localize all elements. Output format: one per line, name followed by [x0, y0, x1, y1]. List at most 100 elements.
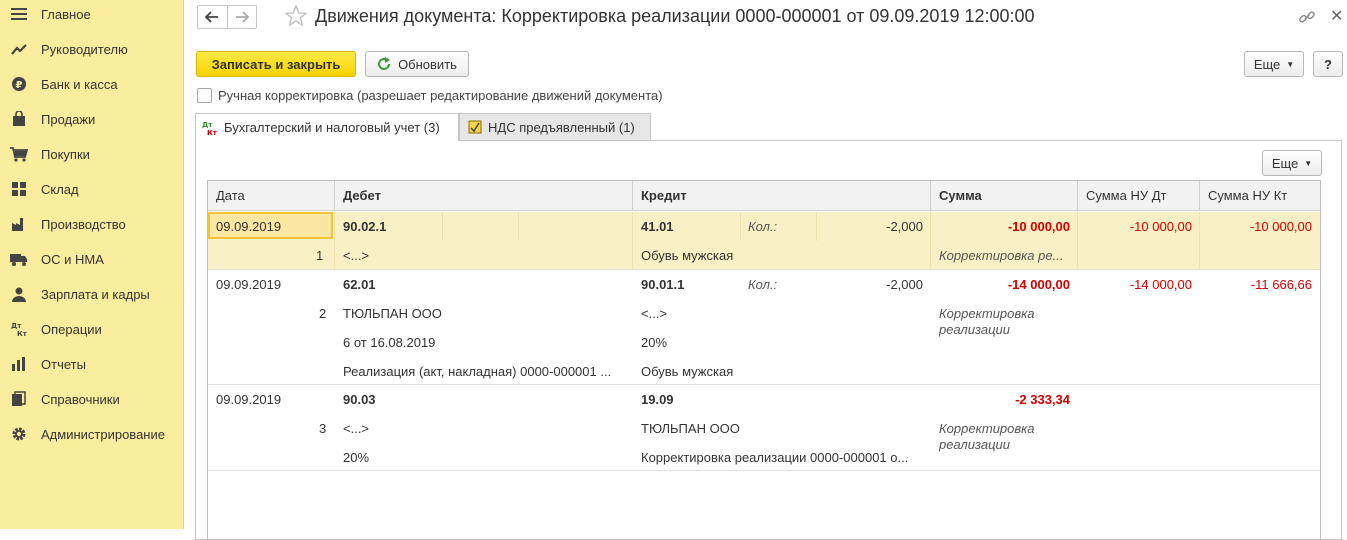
- gear-icon: [10, 425, 28, 443]
- grid-more-button[interactable]: Еще ▼: [1262, 150, 1322, 176]
- refresh-label: Обновить: [398, 56, 457, 72]
- save-and-close-button[interactable]: Записать и закрыть: [196, 51, 356, 77]
- sidebar-item-admin[interactable]: Администрирование: [0, 421, 184, 447]
- credit-subconto[interactable]: Обувь мужская: [641, 248, 733, 263]
- debit-subconto[interactable]: Реализация (акт, накладная) 0000-000001 …: [343, 364, 628, 379]
- credit-account[interactable]: 90.01.1: [641, 277, 684, 292]
- quantity-value[interactable]: -2,000: [823, 219, 923, 234]
- more-label: Еще: [1271, 155, 1299, 171]
- sidebar-item-purchases[interactable]: Покупки: [0, 141, 184, 167]
- sidebar-item-label: ОС и НМА: [41, 251, 104, 267]
- bag-icon: [10, 110, 28, 128]
- sidebar-item-sales[interactable]: Продажи: [0, 106, 184, 132]
- table-row[interactable]: 09.09.2019 1 90.02.1 <...> 41.01 Кол.: -…: [208, 212, 1320, 270]
- arrow-left-icon: [205, 11, 219, 23]
- svg-text:Кт: Кт: [207, 129, 218, 136]
- debit-account[interactable]: 90.03: [343, 392, 376, 407]
- sidebar-item-warehouse[interactable]: Склад: [0, 176, 184, 202]
- table-row[interactable]: 09.09.2019 3 90.03 <...> 20% 19.09 ТЮЛЬП…: [208, 385, 1320, 471]
- refresh-button[interactable]: Обновить: [365, 51, 469, 77]
- amount-value[interactable]: -2 333,34: [938, 392, 1070, 407]
- svg-text:Кт: Кт: [17, 330, 27, 337]
- debit-subconto[interactable]: <...>: [343, 248, 369, 263]
- date-cell[interactable]: 09.09.2019: [216, 219, 281, 234]
- tab-accounting[interactable]: Дт Кт Бухгалтерский и налоговый учет (3): [195, 113, 459, 141]
- debit-subconto[interactable]: 6 от 16.08.2019: [343, 335, 435, 350]
- date-cell[interactable]: 09.09.2019: [216, 277, 281, 292]
- bar-chart-icon: [10, 355, 28, 373]
- sidebar-item-production[interactable]: Производство: [0, 211, 184, 237]
- history-nav: [197, 5, 257, 29]
- amount-value[interactable]: -10 000,00: [938, 219, 1070, 234]
- credit-subconto[interactable]: Корректировка реализации 0000-000001 о..…: [641, 450, 926, 465]
- forward-button[interactable]: [226, 6, 256, 28]
- credit-subconto[interactable]: <...>: [641, 306, 667, 321]
- debit-account[interactable]: 62.01: [343, 277, 376, 292]
- more-button[interactable]: Еще ▼: [1244, 51, 1304, 77]
- sidebar-item-fixed-assets[interactable]: ОС и НМА: [0, 246, 184, 272]
- menu-icon: [10, 5, 28, 23]
- books-icon: [10, 390, 28, 408]
- credit-account[interactable]: 19.09: [641, 392, 674, 407]
- sidebar-item-label: Главное: [41, 6, 91, 22]
- manual-edit-label: Ручная корректировка (разрешает редактир…: [218, 88, 663, 103]
- row-number: 3: [319, 421, 327, 436]
- debit-subconto[interactable]: ТЮЛЬПАН ООО: [343, 306, 442, 321]
- person-icon: [10, 285, 28, 303]
- help-button[interactable]: ?: [1313, 51, 1343, 77]
- nu-dt-value[interactable]: -10 000,00: [1084, 219, 1192, 234]
- link-icon[interactable]: [1298, 8, 1316, 26]
- debit-subconto[interactable]: <...>: [343, 421, 369, 436]
- sidebar-item-label: Операции: [41, 321, 102, 337]
- manual-edit-checkbox[interactable]: [197, 88, 212, 103]
- ruble-icon: ₽: [10, 75, 28, 93]
- close-icon[interactable]: ✕: [1330, 6, 1343, 26]
- tab-vat[interactable]: НДС предъявленный (1): [459, 113, 651, 140]
- credit-subconto[interactable]: Обувь мужская: [641, 364, 733, 379]
- back-button[interactable]: [198, 6, 227, 28]
- sidebar-item-main[interactable]: Главное: [0, 1, 184, 27]
- content-text[interactable]: Корректировка реализации: [939, 421, 1059, 453]
- page-title: Движения документа: Корректировка реализ…: [315, 6, 1035, 26]
- sidebar-item-label: Администрирование: [41, 426, 165, 442]
- column-header-debit[interactable]: Дебет: [335, 181, 633, 211]
- svg-text:₽: ₽: [16, 80, 23, 91]
- favorite-star-icon[interactable]: [284, 4, 308, 28]
- quantity-label: Кол.:: [748, 219, 778, 234]
- sidebar-item-label: Банк и касса: [41, 76, 118, 92]
- credit-account[interactable]: 41.01: [641, 219, 674, 234]
- date-cell[interactable]: 09.09.2019: [216, 392, 281, 407]
- sidebar-item-operations[interactable]: Дт Кт Операции: [0, 316, 184, 342]
- content-text[interactable]: Корректировка ре...: [939, 248, 1073, 263]
- sidebar-item-manager[interactable]: Руководителю: [0, 36, 184, 62]
- sidebar-item-reports[interactable]: Отчеты: [0, 351, 184, 377]
- column-header-credit[interactable]: Кредит: [633, 181, 931, 211]
- nu-kt-value[interactable]: -11 666,66: [1206, 277, 1312, 292]
- svg-text:Дт: Дт: [11, 322, 22, 330]
- content-text[interactable]: Корректировка реализации: [939, 306, 1059, 338]
- row-number: 1: [316, 248, 324, 263]
- amount-value[interactable]: -14 000,00: [938, 277, 1070, 292]
- register-icon: [468, 120, 482, 134]
- sidebar-item-salary[interactable]: Зарплата и кадры: [0, 281, 184, 307]
- credit-subconto[interactable]: 20%: [641, 335, 667, 350]
- sidebar-item-directories[interactable]: Справочники: [0, 386, 184, 412]
- truck-icon: [10, 250, 28, 268]
- column-header-amount[interactable]: Сумма: [931, 181, 1078, 211]
- column-header-date[interactable]: Дата: [208, 181, 335, 211]
- table-row[interactable]: 09.09.2019 2 62.01 ТЮЛЬПАН ООО 6 от 16.0…: [208, 270, 1320, 385]
- quantity-value[interactable]: -2,000: [823, 277, 923, 292]
- sidebar-item-label: Продажи: [41, 111, 96, 127]
- debit-account[interactable]: 90.02.1: [343, 219, 386, 234]
- column-header-nu-dt[interactable]: Сумма НУ Дт: [1078, 181, 1200, 211]
- debit-subconto[interactable]: 20%: [343, 450, 369, 465]
- nu-dt-value[interactable]: -14 000,00: [1084, 277, 1192, 292]
- more-label: Еще: [1253, 56, 1281, 72]
- credit-subconto[interactable]: ТЮЛЬПАН ООО: [641, 421, 740, 436]
- nu-kt-value[interactable]: -10 000,00: [1206, 219, 1312, 234]
- quantity-label: Кол.:: [748, 277, 778, 292]
- movements-table[interactable]: Дата Дебет Кредит Сумма Сумма НУ Дт Сумм…: [207, 180, 1321, 540]
- column-header-nu-kt[interactable]: Сумма НУ Кт: [1200, 181, 1320, 211]
- sidebar-item-label: Справочники: [41, 391, 120, 407]
- sidebar-item-bank[interactable]: ₽ Банк и касса: [0, 71, 184, 97]
